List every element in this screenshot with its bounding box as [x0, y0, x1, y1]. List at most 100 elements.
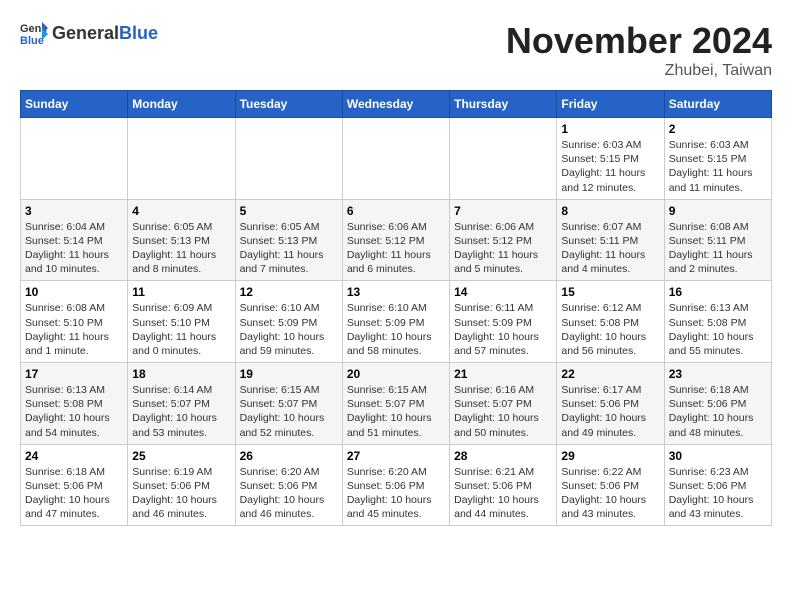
calendar-cell: 24 Sunrise: 6:18 AMSunset: 5:06 PMDayligh…: [21, 444, 128, 526]
day-info: Sunrise: 6:10 AMSunset: 5:09 PMDaylight:…: [347, 301, 445, 358]
day-info: Sunrise: 6:06 AMSunset: 5:12 PMDaylight:…: [454, 220, 552, 277]
logo-blue-text: Blue: [119, 23, 158, 43]
weekday-header-monday: Monday: [128, 91, 235, 118]
calendar-cell: 23Sunrise: 6:18 AMSunset: 5:06 PMDayligh…: [664, 363, 771, 445]
calendar-cell: 19Sunrise: 6:15 AMSunset: 5:07 PMDayligh…: [235, 363, 342, 445]
calendar-header: SundayMondayTuesdayWednesdayThursdayFrid…: [21, 91, 772, 118]
calendar-cell: [342, 118, 449, 200]
day-info: Sunrise: 6:09 AMSunset: 5:10 PMDaylight:…: [132, 301, 230, 358]
day-info: Sunrise: 6:10 AMSunset: 5:09 PMDaylight:…: [240, 301, 338, 358]
day-number: 14: [454, 285, 552, 299]
svg-text:Blue: Blue: [20, 35, 44, 47]
day-info: Sunrise: 6:20 AMSunset: 5:06 PMDaylight:…: [347, 465, 445, 522]
day-number: 2: [669, 122, 767, 136]
calendar-cell: 26 Sunrise: 6:20 AMSunset: 5:06 PMDayligh…: [235, 444, 342, 526]
day-number: 10: [25, 285, 123, 299]
calendar-table: SundayMondayTuesdayWednesdayThursdayFrid…: [20, 90, 772, 526]
calendar-cell: 3 Sunrise: 6:04 AMSunset: 5:14 PMDaylight…: [21, 199, 128, 281]
day-info: Sunrise: 6:12 AMSunset: 5:08 PMDaylight:…: [561, 301, 659, 358]
weekday-header-friday: Friday: [557, 91, 664, 118]
weekday-header-sunday: Sunday: [21, 91, 128, 118]
day-number: 22: [561, 367, 659, 381]
calendar-cell: 13Sunrise: 6:10 AMSunset: 5:09 PMDayligh…: [342, 281, 449, 363]
calendar-week-row: 10 Sunrise: 6:08 AMSunset: 5:10 PMDayligh…: [21, 281, 772, 363]
day-info: Sunrise: 6:11 AMSunset: 5:09 PMDaylight:…: [454, 301, 552, 358]
day-info: Sunrise: 6:08 AMSunset: 5:11 PMDaylight:…: [669, 220, 767, 277]
day-number: 8: [561, 204, 659, 218]
day-info: Sunrise: 6:21 AMSunset: 5:06 PMDaylight:…: [454, 465, 552, 522]
calendar-cell: 29Sunrise: 6:22 AMSunset: 5:06 PMDayligh…: [557, 444, 664, 526]
day-number: 1: [561, 122, 659, 136]
day-number: 9: [669, 204, 767, 218]
calendar-cell: [128, 118, 235, 200]
calendar-week-row: 1 Sunrise: 6:03 AMSunset: 5:15 PMDaylight…: [21, 118, 772, 200]
title-block: November 2024 Zhubei, Taiwan: [506, 20, 772, 80]
logo-icon: General Blue: [20, 20, 48, 48]
calendar-cell: 10 Sunrise: 6:08 AMSunset: 5:10 PMDayligh…: [21, 281, 128, 363]
calendar-cell: 12 Sunrise: 6:10 AMSunset: 5:09 PMDayligh…: [235, 281, 342, 363]
day-number: 27: [347, 449, 445, 463]
calendar-cell: 2 Sunrise: 6:03 AMSunset: 5:15 PMDaylight…: [664, 118, 771, 200]
day-info: Sunrise: 6:13 AMSunset: 5:08 PMDaylight:…: [669, 301, 767, 358]
weekday-header-thursday: Thursday: [450, 91, 557, 118]
day-number: 15: [561, 285, 659, 299]
calendar-cell: 7 Sunrise: 6:06 AMSunset: 5:12 PMDaylight…: [450, 199, 557, 281]
day-info: Sunrise: 6:19 AMSunset: 5:06 PMDaylight:…: [132, 465, 230, 522]
calendar-cell: 25Sunrise: 6:19 AMSunset: 5:06 PMDayligh…: [128, 444, 235, 526]
day-info: Sunrise: 6:14 AMSunset: 5:07 PMDaylight:…: [132, 383, 230, 440]
calendar-body: 1 Sunrise: 6:03 AMSunset: 5:15 PMDaylight…: [21, 118, 772, 526]
day-number: 6: [347, 204, 445, 218]
day-number: 26: [240, 449, 338, 463]
day-info: Sunrise: 6:23 AMSunset: 5:06 PMDaylight:…: [669, 465, 767, 522]
calendar-title: November 2024: [506, 20, 772, 62]
calendar-cell: 16 Sunrise: 6:13 AMSunset: 5:08 PMDayligh…: [664, 281, 771, 363]
day-number: 30: [669, 449, 767, 463]
logo-general-text: General: [52, 23, 119, 43]
calendar-cell: 8 Sunrise: 6:07 AMSunset: 5:11 PMDaylight…: [557, 199, 664, 281]
calendar-week-row: 17Sunrise: 6:13 AMSunset: 5:08 PMDayligh…: [21, 363, 772, 445]
day-number: 3: [25, 204, 123, 218]
day-number: 29: [561, 449, 659, 463]
day-info: Sunrise: 6:08 AMSunset: 5:10 PMDaylight:…: [25, 301, 123, 358]
weekday-header-saturday: Saturday: [664, 91, 771, 118]
weekday-header-wednesday: Wednesday: [342, 91, 449, 118]
day-number: 5: [240, 204, 338, 218]
day-info: Sunrise: 6:18 AMSunset: 5:06 PMDaylight:…: [669, 383, 767, 440]
calendar-cell: 27 Sunrise: 6:20 AMSunset: 5:06 PMDayligh…: [342, 444, 449, 526]
day-number: 16: [669, 285, 767, 299]
day-info: Sunrise: 6:15 AMSunset: 5:07 PMDaylight:…: [347, 383, 445, 440]
day-info: Sunrise: 6:13 AMSunset: 5:08 PMDaylight:…: [25, 383, 123, 440]
calendar-week-row: 3 Sunrise: 6:04 AMSunset: 5:14 PMDaylight…: [21, 199, 772, 281]
day-info: Sunrise: 6:03 AMSunset: 5:15 PMDaylight:…: [561, 138, 659, 195]
day-number: 28: [454, 449, 552, 463]
day-info: Sunrise: 6:20 AMSunset: 5:06 PMDaylight:…: [240, 465, 338, 522]
day-info: Sunrise: 6:18 AMSunset: 5:06 PMDaylight:…: [25, 465, 123, 522]
weekday-header-tuesday: Tuesday: [235, 91, 342, 118]
calendar-cell: 21 Sunrise: 6:16 AMSunset: 5:07 PMDayligh…: [450, 363, 557, 445]
day-info: Sunrise: 6:03 AMSunset: 5:15 PMDaylight:…: [669, 138, 767, 195]
calendar-cell: 4Sunrise: 6:05 AMSunset: 5:13 PMDaylight…: [128, 199, 235, 281]
calendar-cell: 6 Sunrise: 6:06 AMSunset: 5:12 PMDaylight…: [342, 199, 449, 281]
day-info: Sunrise: 6:06 AMSunset: 5:12 PMDaylight:…: [347, 220, 445, 277]
day-info: Sunrise: 6:16 AMSunset: 5:07 PMDaylight:…: [454, 383, 552, 440]
day-number: 7: [454, 204, 552, 218]
weekday-header-row: SundayMondayTuesdayWednesdayThursdayFrid…: [21, 91, 772, 118]
calendar-week-row: 24 Sunrise: 6:18 AMSunset: 5:06 PMDayligh…: [21, 444, 772, 526]
day-number: 21: [454, 367, 552, 381]
calendar-cell: 11Sunrise: 6:09 AMSunset: 5:10 PMDayligh…: [128, 281, 235, 363]
calendar-cell: 1 Sunrise: 6:03 AMSunset: 5:15 PMDaylight…: [557, 118, 664, 200]
calendar-cell: 20Sunrise: 6:15 AMSunset: 5:07 PMDayligh…: [342, 363, 449, 445]
calendar-cell: 14 Sunrise: 6:11 AMSunset: 5:09 PMDayligh…: [450, 281, 557, 363]
calendar-cell: 22 Sunrise: 6:17 AMSunset: 5:06 PMDayligh…: [557, 363, 664, 445]
day-number: 24: [25, 449, 123, 463]
calendar-cell: [21, 118, 128, 200]
day-info: Sunrise: 6:17 AMSunset: 5:06 PMDaylight:…: [561, 383, 659, 440]
day-info: Sunrise: 6:04 AMSunset: 5:14 PMDaylight:…: [25, 220, 123, 277]
day-info: Sunrise: 6:05 AMSunset: 5:13 PMDaylight:…: [132, 220, 230, 277]
calendar-cell: [450, 118, 557, 200]
day-number: 12: [240, 285, 338, 299]
day-info: Sunrise: 6:07 AMSunset: 5:11 PMDaylight:…: [561, 220, 659, 277]
calendar-cell: 18Sunrise: 6:14 AMSunset: 5:07 PMDayligh…: [128, 363, 235, 445]
calendar-cell: [235, 118, 342, 200]
page-header: General Blue GeneralBlue November 2024 Z…: [20, 20, 772, 80]
